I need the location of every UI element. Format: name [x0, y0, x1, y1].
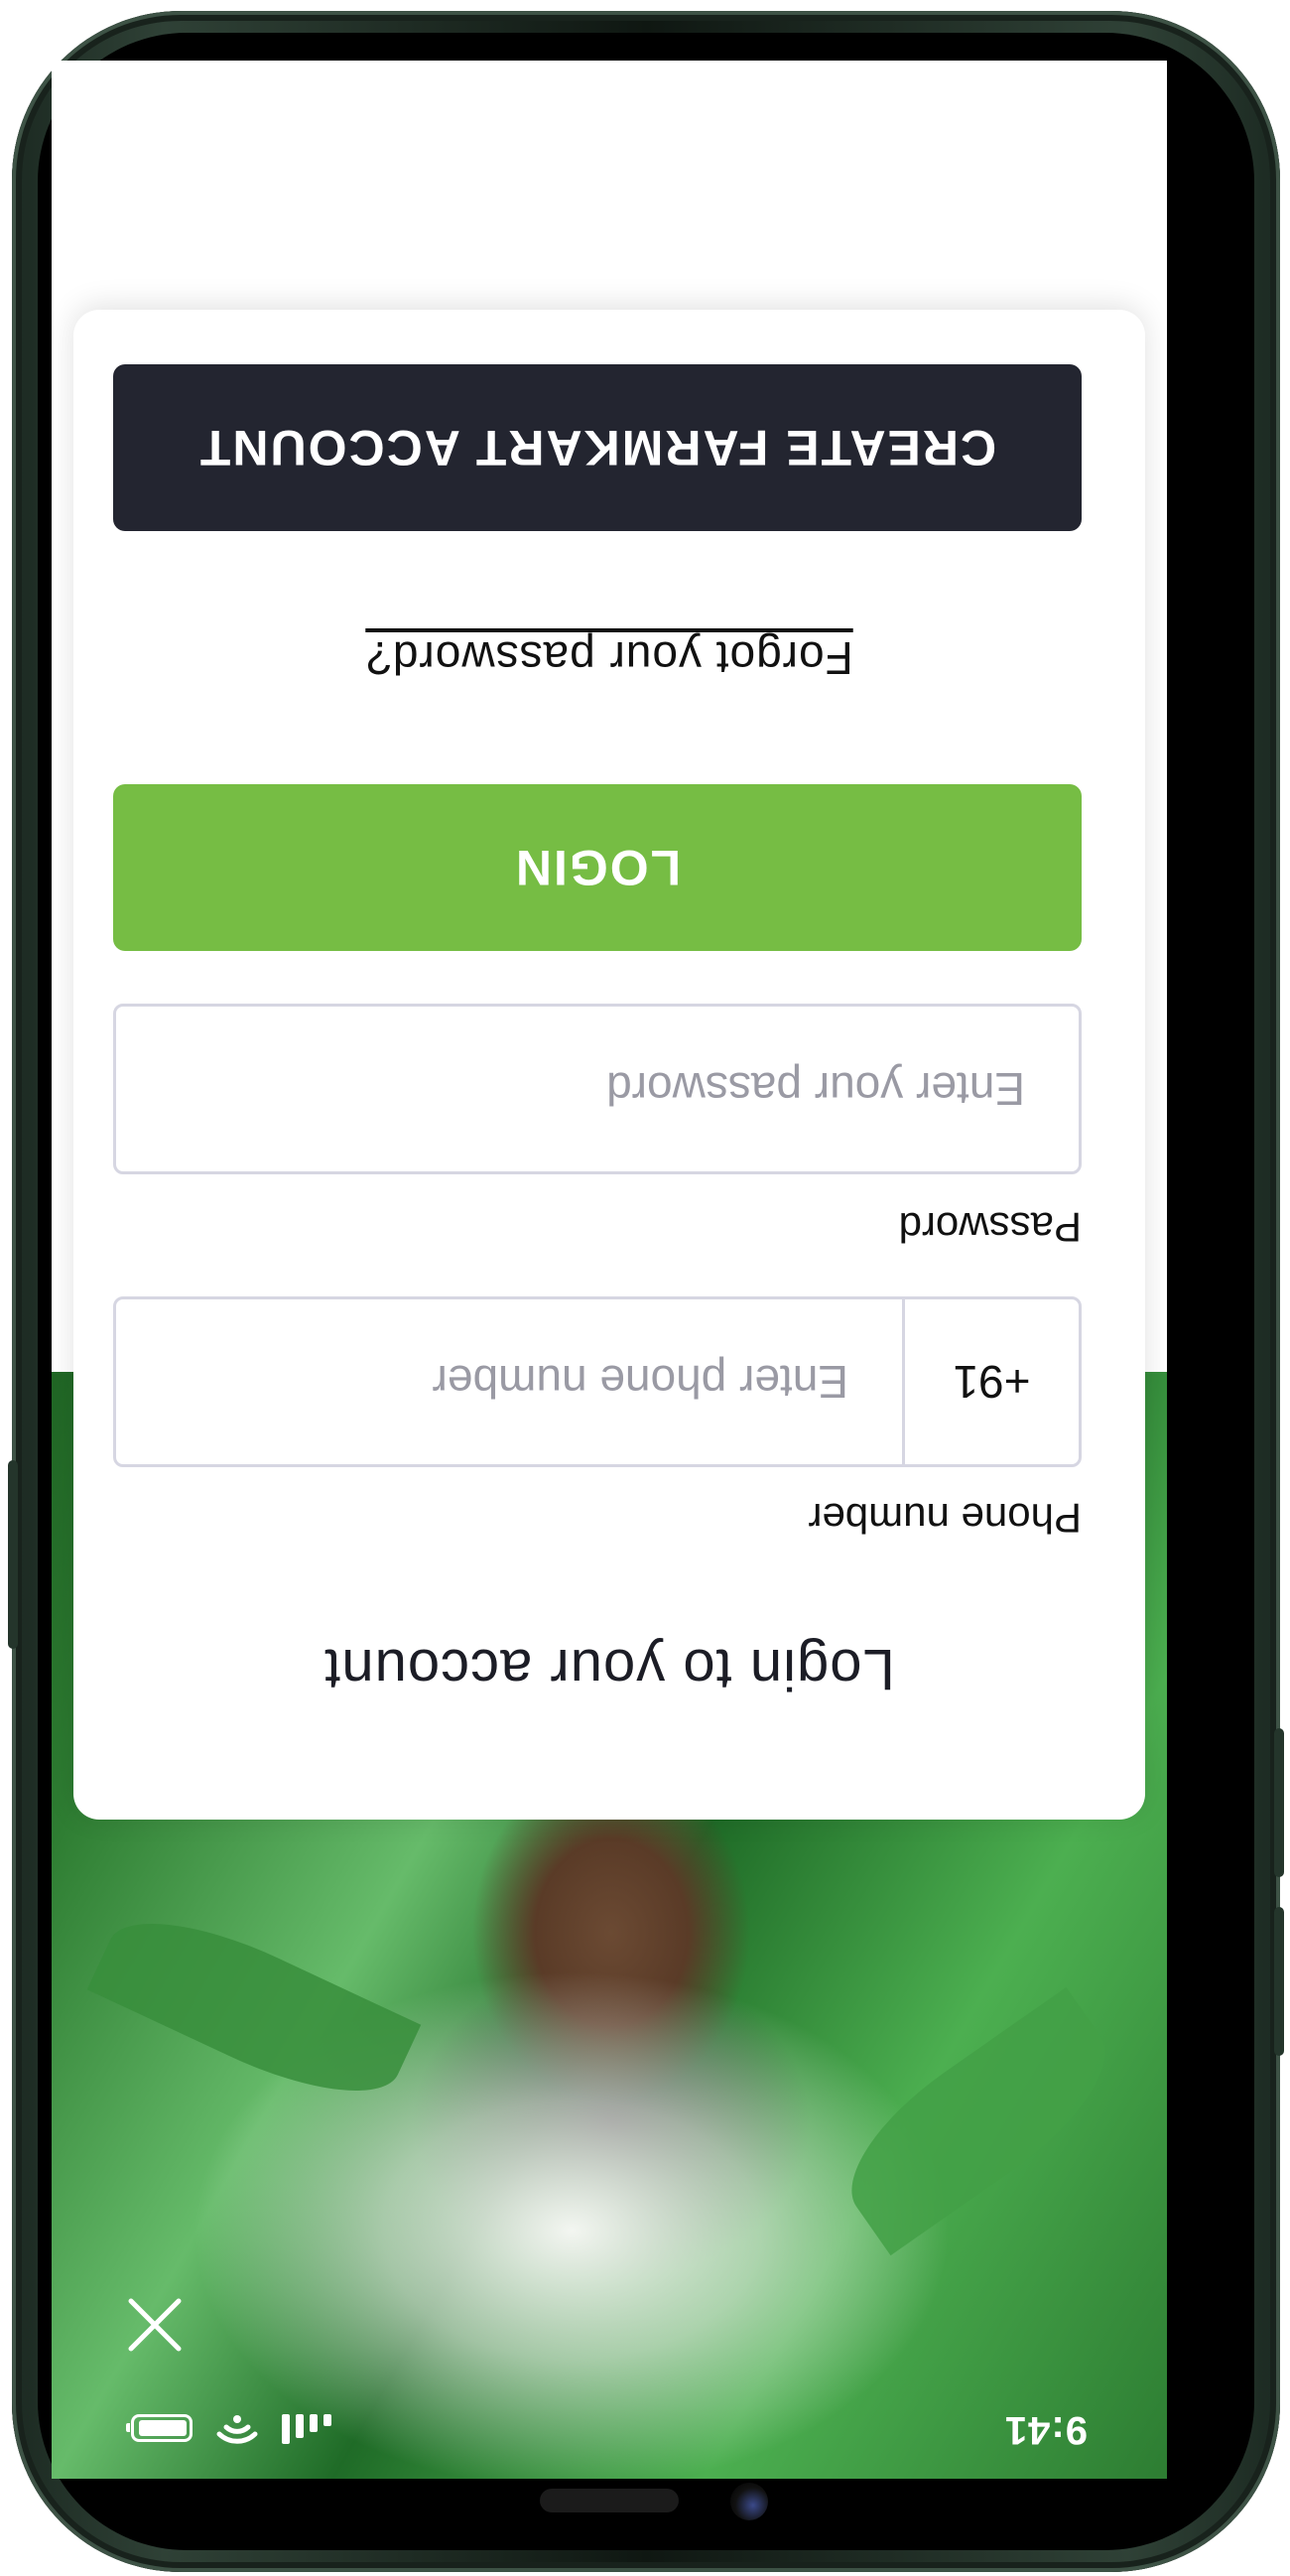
password-label: Password	[898, 1204, 1082, 1251]
battery-icon	[131, 2414, 193, 2442]
app-screen: 9:41 Login to your account Phone number …	[52, 61, 1167, 2479]
front-camera	[730, 2483, 768, 2520]
power-button	[8, 1460, 18, 1649]
rotated-screenshot: 9:41 Login to your account Phone number …	[0, 0, 1290, 2576]
phone-bezel: 9:41 Login to your account Phone number …	[38, 33, 1254, 2550]
leaf-shape	[822, 1986, 1135, 2256]
forgot-password-link[interactable]: Forgot your password?	[73, 631, 1145, 685]
phone-number-input[interactable]	[116, 1299, 902, 1464]
login-title: Login to your account	[323, 1637, 895, 1701]
login-card: Login to your account Phone number +91 P…	[73, 310, 1145, 1820]
close-button[interactable]	[120, 2290, 190, 2360]
wifi-icon	[216, 2415, 258, 2444]
close-icon	[128, 2298, 182, 2352]
password-field	[113, 1004, 1082, 1174]
earpiece-speaker	[540, 2489, 679, 2512]
status-icons	[131, 2414, 331, 2446]
leaf-shape	[86, 1890, 422, 2124]
create-account-button[interactable]: CREATE FARMKART ACCOUNT	[113, 364, 1082, 531]
screen-bottom-area	[52, 61, 1167, 170]
phone-frame: 9:41 Login to your account Phone number …	[8, 11, 1284, 2572]
password-input[interactable]	[116, 1007, 1079, 1171]
signal-icon	[282, 2414, 331, 2444]
volume-up-button	[1274, 1907, 1284, 2056]
phone-number-field: +91	[113, 1296, 1082, 1467]
status-bar: 9:41	[52, 2381, 1167, 2479]
login-button[interactable]: LOGIN	[113, 784, 1082, 951]
volume-down-button	[1274, 1728, 1284, 1877]
phone-number-label: Phone number	[808, 1495, 1082, 1542]
status-time: 9:41	[1003, 2408, 1088, 2453]
country-code-prefix[interactable]: +91	[902, 1299, 1079, 1464]
